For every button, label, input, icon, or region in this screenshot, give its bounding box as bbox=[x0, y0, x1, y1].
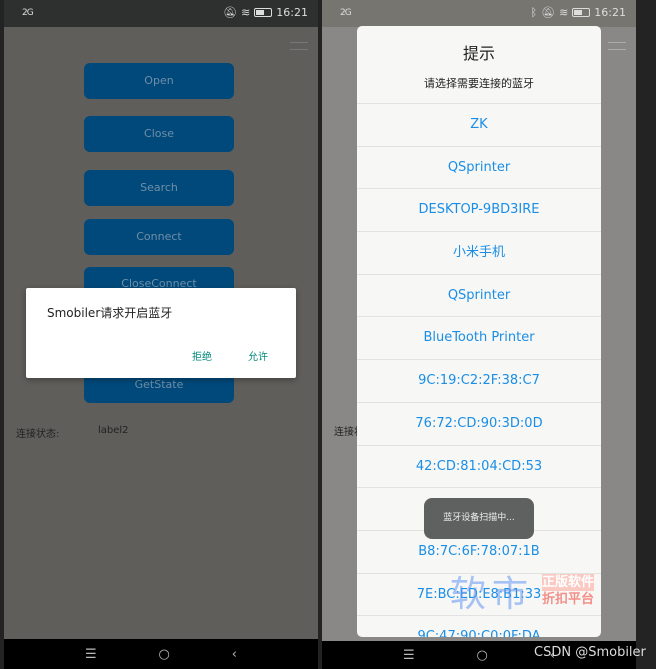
mute-icon: 🔕︎ bbox=[541, 6, 556, 19]
battery-icon bbox=[572, 8, 591, 17]
left-phone: 2G 🔕︎ ≋ 16:21 Open Close Search Connect Cl… bbox=[4, 0, 318, 669]
state-label: 连接状态: bbox=[16, 429, 60, 440]
watermark-line2: 折扣平台 bbox=[542, 592, 595, 607]
dialog-subtitle: 请选择需要连接的蓝牙 bbox=[357, 75, 601, 104]
clock: 16:21 bbox=[276, 6, 308, 19]
status-bar: 2G ᛒ 🔕︎ ≋ 16:21 bbox=[322, 0, 636, 27]
watermark-line1: 正版软件 bbox=[542, 574, 595, 591]
device-item[interactable]: DESKTOP-9BD3IRE bbox=[357, 189, 601, 233]
signal-icon: 2G bbox=[340, 8, 352, 18]
dialog-title: 提示 bbox=[462, 44, 495, 63]
search-button[interactable]: Search bbox=[84, 170, 234, 206]
home-icon[interactable]: ○ bbox=[159, 647, 170, 662]
device-item[interactable]: BlueTooth Printer bbox=[357, 317, 601, 361]
deny-button[interactable]: 拒绝 bbox=[192, 348, 212, 363]
watermark-badge: 正版软件 折扣平台 bbox=[542, 574, 595, 608]
device-item[interactable]: 76:72:CD:90:3D:0D bbox=[357, 403, 601, 446]
home-icon[interactable]: ○ bbox=[477, 648, 488, 663]
nav-bar: ☰ ○ ‹ bbox=[4, 639, 318, 669]
device-item[interactable]: 小米手机 bbox=[357, 232, 601, 275]
state-value: label2 bbox=[98, 425, 129, 436]
watermark-logo: 软市 bbox=[450, 574, 535, 615]
device-item[interactable]: 9C:19:C2:2F:38:C7 bbox=[357, 360, 601, 403]
device-item[interactable]: QSprinter bbox=[357, 275, 601, 318]
dialog-message: Smobiler请求开启蓝牙 bbox=[47, 306, 173, 320]
battery-icon bbox=[254, 8, 273, 17]
open-button[interactable]: Open bbox=[84, 63, 234, 99]
menu-icon[interactable] bbox=[290, 42, 308, 50]
signal-icon: 2G bbox=[22, 8, 34, 18]
menu-nav-icon[interactable]: ☰ bbox=[403, 648, 415, 663]
device-item[interactable]: QSprinter bbox=[357, 147, 601, 190]
device-item[interactable]: 42:CD:81:04:CD:53 bbox=[357, 446, 601, 489]
close-button[interactable]: Close bbox=[84, 116, 234, 152]
menu-icon[interactable] bbox=[608, 42, 626, 50]
device-item[interactable]: 9C:47:90:C0:0F:DA bbox=[357, 616, 601, 637]
wifi-icon: ≋ bbox=[241, 6, 251, 19]
csdn-credit: CSDN @Smobiler bbox=[534, 645, 646, 660]
mute-icon: 🔕︎ bbox=[223, 6, 238, 19]
allow-button[interactable]: 允许 bbox=[248, 348, 268, 363]
device-list: ZK QSprinter DESKTOP-9BD3IRE 小米手机 QSprinter B… bbox=[357, 104, 601, 637]
device-select-dialog: 提示 请选择需要连接的蓝牙 ZK QSprinter DESKTOP-9BD3IRE… bbox=[357, 26, 601, 637]
menu-nav-icon[interactable]: ☰ bbox=[85, 647, 97, 662]
clock: 16:21 bbox=[594, 6, 626, 19]
back-icon[interactable]: ‹ bbox=[232, 647, 237, 662]
scanning-toast: 蓝牙设备扫描中... bbox=[424, 498, 534, 539]
bluetooth-request-dialog: Smobiler请求开启蓝牙 拒绝 允许 bbox=[26, 288, 296, 378]
status-bar: 2G 🔕︎ ≋ 16:21 bbox=[4, 0, 318, 27]
connect-button[interactable]: Connect bbox=[84, 219, 234, 255]
wifi-icon: ≋ bbox=[559, 6, 569, 19]
bluetooth-icon: ᛒ bbox=[530, 6, 538, 19]
device-item[interactable]: ZK bbox=[357, 104, 601, 147]
